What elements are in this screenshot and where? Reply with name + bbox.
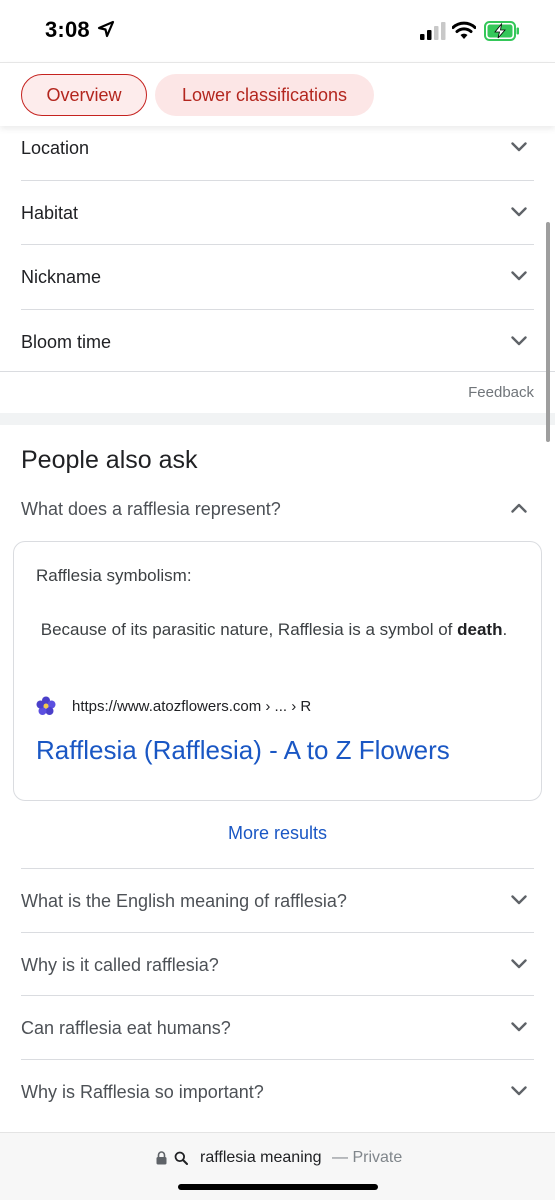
chevron-down-icon xyxy=(511,959,527,969)
tab-overview[interactable]: Overview xyxy=(21,74,147,116)
question-label: Why is it called rafflesia? xyxy=(21,955,219,975)
accordion-bloom-time[interactable]: Bloom time xyxy=(0,310,555,375)
question-item[interactable]: Why is Rafflesia so important? xyxy=(0,1060,555,1125)
chevron-down-icon xyxy=(511,336,527,346)
lock-icon xyxy=(156,1151,167,1165)
status-bar: 3:08 xyxy=(0,0,555,62)
answer-bold: death xyxy=(457,620,503,639)
accordion-label: Habitat xyxy=(21,203,79,223)
question-label: Why is Rafflesia so important? xyxy=(21,1082,264,1102)
source-title-link[interactable]: Rafflesia (Rafflesia) - A to Z Flowers xyxy=(36,735,450,766)
wifi-icon xyxy=(452,21,476,39)
private-mode-label: — Private xyxy=(332,1149,403,1166)
accordion-label: Bloom time xyxy=(21,332,112,352)
chevron-down-icon xyxy=(511,142,527,152)
accordion-nickname[interactable]: Nickname xyxy=(0,245,555,310)
signal-icon xyxy=(420,22,446,40)
chevron-down-icon xyxy=(511,271,527,281)
more-results-button[interactable]: More results xyxy=(0,823,555,844)
address-bar[interactable]: rafflesia meaning — Private xyxy=(0,1132,555,1200)
home-indicator[interactable] xyxy=(178,1184,378,1190)
feedback-link[interactable]: Feedback xyxy=(468,384,534,401)
answer-card: Rafflesia symbolism: Because of its para… xyxy=(13,541,542,801)
status-time: 3:08 xyxy=(45,17,90,42)
question-item[interactable]: Can rafflesia eat humans? xyxy=(0,996,555,1061)
chevron-down-icon xyxy=(511,895,527,905)
accordion-label: Location xyxy=(21,138,90,158)
answer-text-main: Because of its parasitic nature, Raffles… xyxy=(40,620,453,639)
answer-heading: Rafflesia symbolism: xyxy=(36,566,192,585)
tab-overview-label: Overview xyxy=(46,84,122,105)
question-label: Can rafflesia eat humans? xyxy=(21,1018,231,1038)
classification-tabs: Overview Lower classifications xyxy=(0,62,555,126)
answer-text-end: . xyxy=(502,620,508,639)
divider xyxy=(0,371,555,372)
chevron-down-icon xyxy=(511,207,527,217)
question-label: What is the English meaning of rafflesia… xyxy=(21,891,347,911)
accordion-habitat[interactable]: Habitat xyxy=(0,181,555,246)
question-expanded[interactable]: What does a rafflesia represent? xyxy=(21,499,281,520)
location-arrow-icon xyxy=(97,20,115,38)
battery-charging-icon xyxy=(484,21,519,41)
people-also-ask-title: People also ask xyxy=(21,446,198,474)
chevron-down-icon xyxy=(511,1022,527,1032)
question-item[interactable]: Why is it called rafflesia? xyxy=(0,933,555,998)
source-url: https://www.atozflowers.com › ... › R xyxy=(72,697,312,715)
question-item[interactable]: What is the English meaning of rafflesia… xyxy=(0,869,555,934)
answer-text: Because of its parasitic nature, Raffles… xyxy=(36,617,516,643)
section-separator xyxy=(0,413,555,425)
flower-favicon-icon xyxy=(36,696,56,715)
source-row[interactable]: https://www.atozflowers.com › ... › R xyxy=(36,696,311,716)
scrollbar-thumb[interactable] xyxy=(546,222,550,442)
address-query: rafflesia meaning xyxy=(200,1149,322,1166)
accordion-label: Nickname xyxy=(21,267,102,287)
tab-lower-classifications-label: Lower classifications xyxy=(181,84,348,105)
chevron-up-icon[interactable] xyxy=(511,503,527,513)
search-icon xyxy=(174,1151,188,1165)
tab-lower-classifications[interactable]: Lower classifications xyxy=(155,74,374,116)
chevron-down-icon xyxy=(511,1086,527,1096)
